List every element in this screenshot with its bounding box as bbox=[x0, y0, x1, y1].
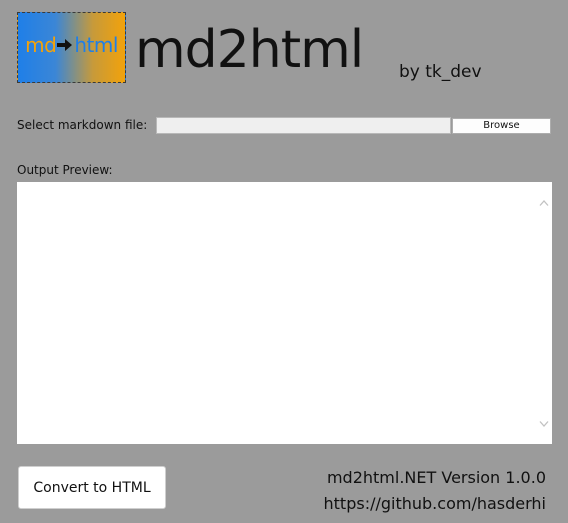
output-preview-content bbox=[17, 182, 535, 444]
browse-button[interactable]: Browse bbox=[452, 118, 551, 134]
logo-wordmark: md html bbox=[18, 33, 125, 57]
version-label: md2html.NET Version 1.0.0 bbox=[326, 468, 546, 487]
output-preview-pane[interactable] bbox=[17, 182, 552, 444]
logo-html-text: html bbox=[74, 33, 118, 57]
logo-md-text: md bbox=[25, 33, 57, 57]
app-byline: by tk_dev bbox=[399, 62, 482, 82]
file-path-input[interactable] bbox=[156, 117, 451, 134]
chevron-down-icon[interactable] bbox=[539, 420, 549, 428]
convert-to-html-button[interactable]: Convert to HTML bbox=[18, 466, 166, 509]
app-title: md2html bbox=[135, 20, 364, 80]
preview-scrollbar[interactable] bbox=[535, 182, 552, 444]
right-arrow-icon bbox=[57, 39, 73, 51]
app-logo: md html bbox=[17, 12, 126, 83]
chevron-up-icon[interactable] bbox=[539, 199, 549, 207]
repo-link[interactable]: https://github.com/hasderhi bbox=[324, 494, 546, 513]
file-select-label: Select markdown file: bbox=[17, 118, 148, 132]
output-preview-label: Output Preview: bbox=[17, 163, 113, 177]
